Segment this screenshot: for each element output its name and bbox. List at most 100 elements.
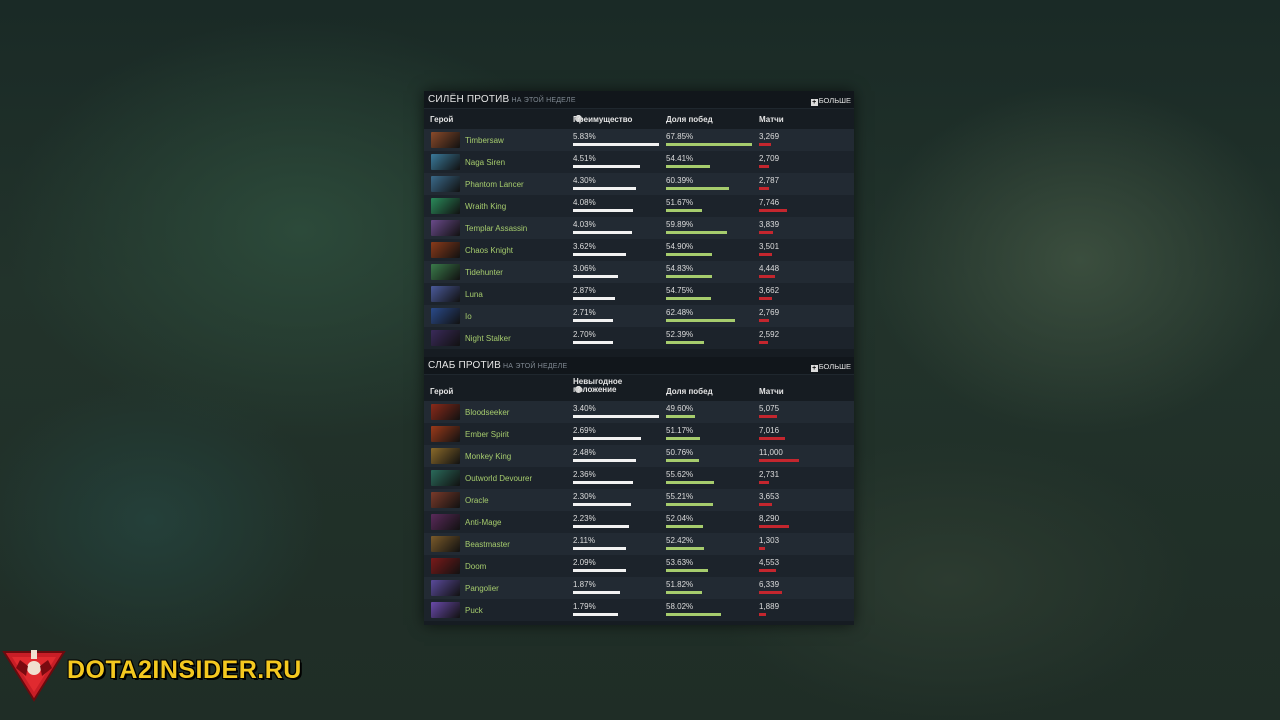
strong-rows: Timbersaw 5.83% 67.85% 3,269 Naga Siren 4.51%… [424, 129, 854, 349]
table-row[interactable]: Io 2.71% 62.48% 2,769 [424, 305, 854, 327]
hero-name-link[interactable]: Templar Assassin [465, 224, 527, 233]
metric-bar [573, 415, 659, 418]
table-row[interactable]: Puck 1.79% 58.02% 1,889 [424, 599, 854, 621]
table-row[interactable]: Anti-Mage 2.23% 52.04% 8,290 [424, 511, 854, 533]
hero-portrait-icon[interactable] [431, 176, 460, 192]
winrate-bar [666, 253, 712, 256]
brand-logo-icon [2, 650, 66, 702]
matches-value: 4,553 [759, 558, 780, 567]
winrate-bar [666, 341, 704, 344]
hero-portrait-icon[interactable] [431, 558, 460, 574]
matches-bar [759, 481, 769, 484]
hero-name-link[interactable]: Tidehunter [465, 268, 503, 277]
hero-name-link[interactable]: Pangolier [465, 584, 499, 593]
metric-bar [573, 341, 613, 344]
metric-bar [573, 319, 613, 322]
matches-value: 2,709 [759, 154, 780, 163]
metric-bar [573, 503, 631, 506]
hero-name-link[interactable]: Ember Spirit [465, 430, 509, 439]
table-row[interactable]: Phantom Lancer 4.30% 60.39% 2,787 [424, 173, 854, 195]
table-row[interactable]: Naga Siren 4.51% 54.41% 2,709 [424, 151, 854, 173]
winrate-bar [666, 187, 729, 190]
matches-value: 2,592 [759, 330, 780, 339]
hero-name-link[interactable]: Wraith King [465, 202, 506, 211]
hero-name-link[interactable]: Timbersaw [465, 136, 504, 145]
hero-name-link[interactable]: Beastmaster [465, 540, 510, 549]
matches-bar [759, 459, 799, 462]
hero-portrait-icon[interactable] [431, 470, 460, 486]
winrate-bar [666, 591, 702, 594]
winrate-value: 53.63% [666, 558, 694, 567]
hero-name-link[interactable]: Doom [465, 562, 486, 571]
hero-portrait-icon[interactable] [431, 132, 460, 148]
metric-bar [573, 613, 618, 616]
hero-portrait-icon[interactable] [431, 308, 460, 324]
col-winrate[interactable]: Доля побед [666, 115, 713, 124]
metric-value: 3.06% [573, 264, 596, 273]
strong-more-button[interactable]: + БОЛЬШЕ [810, 96, 851, 106]
table-row[interactable]: Tidehunter 3.06% 54.83% 4,448 [424, 261, 854, 283]
hero-portrait-icon[interactable] [431, 198, 460, 214]
table-row[interactable]: Timbersaw 5.83% 67.85% 3,269 [424, 129, 854, 151]
metric-bar [573, 231, 632, 234]
hero-portrait-icon[interactable] [431, 404, 460, 420]
hero-portrait-icon[interactable] [431, 448, 460, 464]
hero-name-link[interactable]: Chaos Knight [465, 246, 513, 255]
table-row[interactable]: Monkey King 2.48% 50.76% 11,000 [424, 445, 854, 467]
hero-name-link[interactable]: Outworld Devourer [465, 474, 532, 483]
matches-value: 2,787 [759, 176, 780, 185]
table-row[interactable]: Ember Spirit 2.69% 51.17% 7,016 [424, 423, 854, 445]
metric-value: 2.87% [573, 286, 596, 295]
hero-name-link[interactable]: Naga Siren [465, 158, 505, 167]
strong-more-label: БОЛЬШЕ [818, 96, 851, 105]
hero-portrait-icon[interactable] [431, 154, 460, 170]
hero-name-link[interactable]: Luna [465, 290, 483, 299]
table-row[interactable]: Outworld Devourer 2.36% 55.62% 2,731 [424, 467, 854, 489]
hero-name-link[interactable]: Monkey King [465, 452, 511, 461]
hero-name-link[interactable]: Anti-Mage [465, 518, 501, 527]
table-row[interactable]: Bloodseeker 3.40% 49.60% 5,075 [424, 401, 854, 423]
hero-portrait-icon[interactable] [431, 514, 460, 530]
hero-portrait-icon[interactable] [431, 220, 460, 236]
weak-against-header: СЛАБ ПРОТИВ НА ЭТОЙ НЕДЕЛЕ + БОЛЬШЕ [424, 357, 854, 375]
hero-portrait-icon[interactable] [431, 242, 460, 258]
table-row[interactable]: Wraith King 4.08% 51.67% 7,746 [424, 195, 854, 217]
table-row[interactable]: Templar Assassin 4.03% 59.89% 3,839 [424, 217, 854, 239]
table-row[interactable]: Pangolier 1.87% 51.82% 6,339 [424, 577, 854, 599]
hero-portrait-icon[interactable] [431, 286, 460, 302]
strong-against-subtitle: НА ЭТОЙ НЕДЕЛЕ [511, 97, 576, 104]
table-row[interactable]: Oracle 2.30% 55.21% 3,653 [424, 489, 854, 511]
metric-bar [573, 525, 629, 528]
table-row[interactable]: Chaos Knight 3.62% 54.90% 3,501 [424, 239, 854, 261]
col-winrate[interactable]: Доля побед [666, 387, 713, 396]
table-row[interactable]: Doom 2.09% 53.63% 4,553 [424, 555, 854, 577]
matches-bar [759, 297, 772, 300]
hero-name-link[interactable]: Phantom Lancer [465, 180, 524, 189]
hero-portrait-icon[interactable] [431, 426, 460, 442]
hero-name-link[interactable]: Night Stalker [465, 334, 511, 343]
weak-more-button[interactable]: + БОЛЬШЕ [810, 362, 851, 372]
hero-name-link[interactable]: Io [465, 312, 472, 321]
table-row[interactable]: Luna 2.87% 54.75% 3,662 [424, 283, 854, 305]
hero-name-link[interactable]: Oracle [465, 496, 489, 505]
hero-name-link[interactable]: Bloodseeker [465, 408, 509, 417]
table-row[interactable]: Beastmaster 2.11% 52.42% 1,303 [424, 533, 854, 555]
hero-portrait-icon[interactable] [431, 580, 460, 596]
hero-portrait-icon[interactable] [431, 602, 460, 618]
strong-against-title: СИЛЁН ПРОТИВ НА ЭТОЙ НЕДЕЛЕ [428, 94, 576, 105]
hero-portrait-icon[interactable] [431, 330, 460, 346]
winrate-bar [666, 143, 752, 146]
hero-name-link[interactable]: Puck [465, 606, 483, 615]
hero-portrait-icon[interactable] [431, 264, 460, 280]
table-row[interactable]: Night Stalker 2.70% 52.39% 2,592 [424, 327, 854, 349]
help-icon[interactable]: ? [575, 386, 582, 394]
hero-portrait-icon[interactable] [431, 492, 460, 508]
hero-portrait-icon[interactable] [431, 536, 460, 552]
matches-value: 4,448 [759, 264, 780, 273]
col-matches[interactable]: Матчи [759, 115, 784, 124]
brand-text[interactable]: DOTA2INSIDER.RU [67, 656, 302, 685]
matches-bar [759, 613, 766, 616]
winrate-bar [666, 165, 710, 168]
help-icon[interactable]: ? [575, 115, 582, 123]
col-matches[interactable]: Матчи [759, 387, 784, 396]
